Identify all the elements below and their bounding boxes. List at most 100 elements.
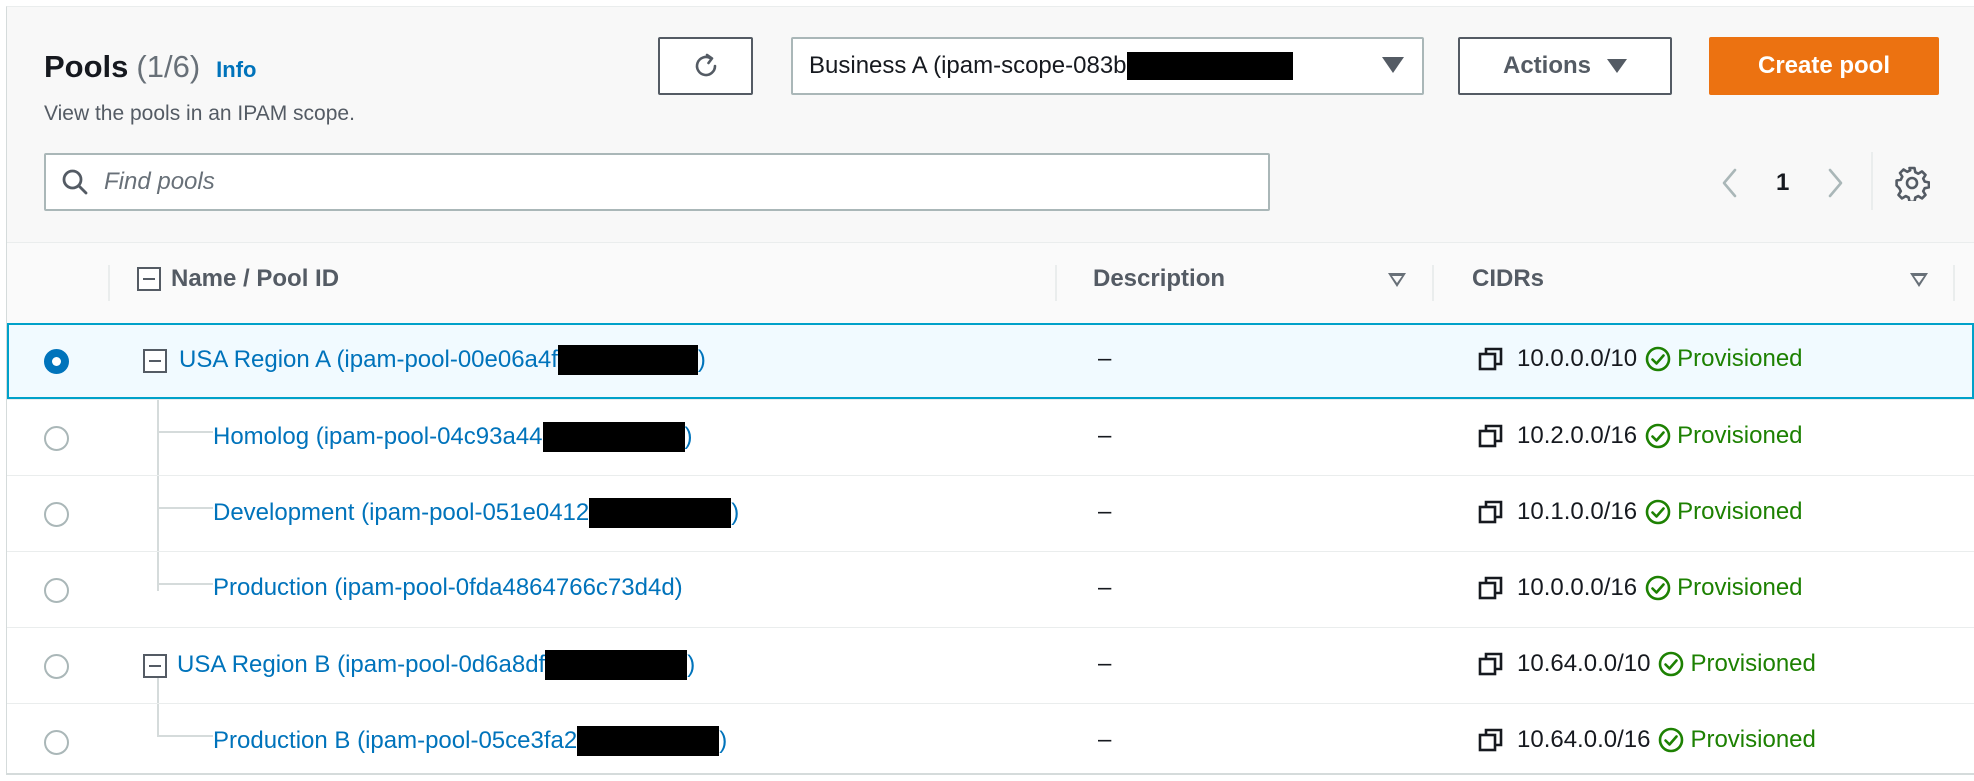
table-row[interactable]: Homolog (ipam-pool-04c93a44 ) – 10.2.0.0… (7, 399, 1974, 475)
pool-cidr: 10.64.0.0/10 Provisioned (1477, 650, 1816, 678)
pool-description: – (1098, 726, 1112, 753)
copy-icon[interactable] (1477, 498, 1505, 526)
status-badge: Provisioned (1658, 726, 1816, 754)
search-input[interactable] (104, 168, 1204, 196)
pool-name-suffix: ) (731, 499, 740, 526)
gear-icon[interactable] (1894, 165, 1930, 201)
search-box[interactable] (44, 153, 1270, 211)
row-radio[interactable] (44, 654, 69, 679)
collapse-icon[interactable] (143, 349, 167, 373)
row-radio[interactable] (44, 578, 69, 603)
row-radio[interactable] (44, 502, 69, 527)
selection-count: (1/6) (136, 49, 201, 84)
actions-button[interactable]: Actions (1458, 37, 1672, 95)
copy-icon[interactable] (1477, 345, 1505, 373)
row-radio[interactable] (44, 730, 69, 755)
refresh-icon (695, 53, 716, 77)
table-row[interactable]: Production B (ipam-pool-05ce3fa2 ) – 10.… (7, 703, 1974, 773)
pool-cidr: 10.64.0.0/16 Provisioned (1477, 726, 1816, 754)
copy-icon[interactable] (1477, 650, 1505, 678)
status-text: Provisioned (1690, 726, 1816, 753)
collapse-icon[interactable] (143, 654, 167, 678)
create-pool-button-label: Create pool (1757, 52, 1891, 79)
pool-name-suffix: ) (719, 727, 728, 754)
caret-down-icon (1607, 59, 1627, 73)
pool-name-link[interactable]: Production B (ipam-pool-05ce3fa2 ) (213, 726, 727, 756)
pool-name-link[interactable]: Development (ipam-pool-051e0412 ) (213, 498, 739, 528)
page-subtitle: View the pools in an IPAM scope. (44, 102, 355, 125)
column-separator (1953, 265, 1955, 301)
cidr-value: 10.64.0.0/10 (1517, 650, 1651, 677)
pool-name: Production B (ipam-pool-05ce3fa2 (213, 727, 578, 754)
pool-name: USA Region B (ipam-pool-0d6a8df (177, 651, 546, 678)
pool-name-suffix: ) (684, 423, 693, 450)
status-text: Provisioned (1677, 422, 1803, 449)
status-badge: Provisioned (1645, 422, 1803, 450)
pagination: 1 (1720, 167, 1845, 199)
current-page[interactable]: 1 (1776, 169, 1789, 197)
info-link[interactable]: Info (216, 57, 256, 83)
copy-icon[interactable] (1477, 574, 1505, 602)
pool-cidr: 10.0.0.0/16 Provisioned (1477, 574, 1803, 602)
chevron-left-icon[interactable] (1720, 167, 1740, 199)
chevron-right-icon[interactable] (1825, 167, 1845, 199)
row-radio[interactable] (44, 426, 69, 451)
create-pool-button[interactable]: Create pool (1709, 37, 1939, 95)
pool-description: – (1098, 422, 1112, 449)
sort-icon[interactable] (1388, 273, 1406, 287)
pool-cidr: 10.2.0.0/16 Provisioned (1477, 422, 1803, 450)
check-circle-icon (1645, 499, 1671, 525)
copy-icon[interactable] (1477, 726, 1505, 754)
actions-button-label: Actions (1502, 52, 1591, 79)
column-header-description[interactable]: Description (1093, 265, 1225, 293)
check-circle-icon (1645, 575, 1671, 601)
pool-description: – (1098, 498, 1112, 525)
pools-header: Pools (1/6) Info View the pools in an IP… (7, 7, 1974, 243)
column-separator (108, 265, 110, 301)
copy-icon[interactable] (1477, 422, 1505, 450)
pool-name-suffix: ) (697, 346, 706, 373)
column-header-cidrs[interactable]: CIDRs (1472, 265, 1544, 293)
table-row[interactable]: Development (ipam-pool-051e0412 ) – 10.1… (7, 475, 1974, 551)
table-header: Name / Pool ID Description CIDRs (7, 243, 1974, 323)
sort-icon[interactable] (1910, 273, 1928, 287)
column-header-description-label: Description (1093, 265, 1226, 292)
pool-description: – (1098, 650, 1112, 677)
cidr-value: 10.2.0.0/16 (1517, 422, 1638, 449)
scope-select[interactable]: Business A (ipam-scope-083b (791, 37, 1424, 95)
search-icon (60, 167, 90, 197)
column-header-cidrs-label: CIDRs (1472, 265, 1545, 292)
pool-name: USA Region A (ipam-pool-00e06a4f (179, 346, 558, 373)
status-text: Provisioned (1677, 498, 1803, 525)
status-text: Provisioned (1677, 574, 1803, 601)
pool-name-link[interactable]: Homolog (ipam-pool-04c93a44 ) (213, 422, 693, 452)
redaction-bar (545, 650, 688, 680)
column-header-name[interactable]: Name / Pool ID (137, 265, 339, 293)
redaction-bar (1126, 52, 1293, 80)
redaction-bar (542, 422, 685, 452)
status-badge: Provisioned (1645, 345, 1803, 373)
title-row: Pools (1/6) Info (44, 49, 256, 85)
row-radio[interactable] (44, 349, 69, 374)
column-separator (1055, 265, 1057, 301)
pool-name: Development (ipam-pool-051e0412 (213, 499, 590, 526)
status-badge: Provisioned (1645, 498, 1803, 526)
pool-name-link[interactable]: Production (ipam-pool-0fda4864766c73d4d) (213, 574, 683, 602)
pool-name-link[interactable]: USA Region B (ipam-pool-0d6a8df ) (177, 650, 695, 680)
refresh-button[interactable] (658, 37, 753, 95)
collapse-all-icon[interactable] (137, 267, 161, 291)
table-row[interactable]: Production (ipam-pool-0fda4864766c73d4d)… (7, 551, 1974, 627)
pool-name: Homolog (ipam-pool-04c93a44 (213, 423, 543, 450)
table-row[interactable]: USA Region A (ipam-pool-00e06a4f ) – 10.… (7, 323, 1974, 399)
pool-cidr: 10.0.0.0/10 Provisioned (1477, 345, 1803, 373)
pool-name-suffix: ) (687, 651, 696, 678)
check-circle-icon (1659, 651, 1684, 677)
table-row[interactable]: USA Region B (ipam-pool-0d6a8df ) – 10.6… (7, 627, 1974, 703)
redaction-bar (589, 498, 732, 528)
pager-divider (1871, 152, 1873, 210)
redaction-bar (557, 345, 698, 375)
cidr-value: 10.64.0.0/16 (1517, 726, 1651, 753)
pool-name-link[interactable]: USA Region A (ipam-pool-00e06a4f ) (179, 345, 706, 375)
status-badge: Provisioned (1645, 574, 1803, 602)
column-header-name-label: Name / Pool ID (171, 265, 340, 292)
